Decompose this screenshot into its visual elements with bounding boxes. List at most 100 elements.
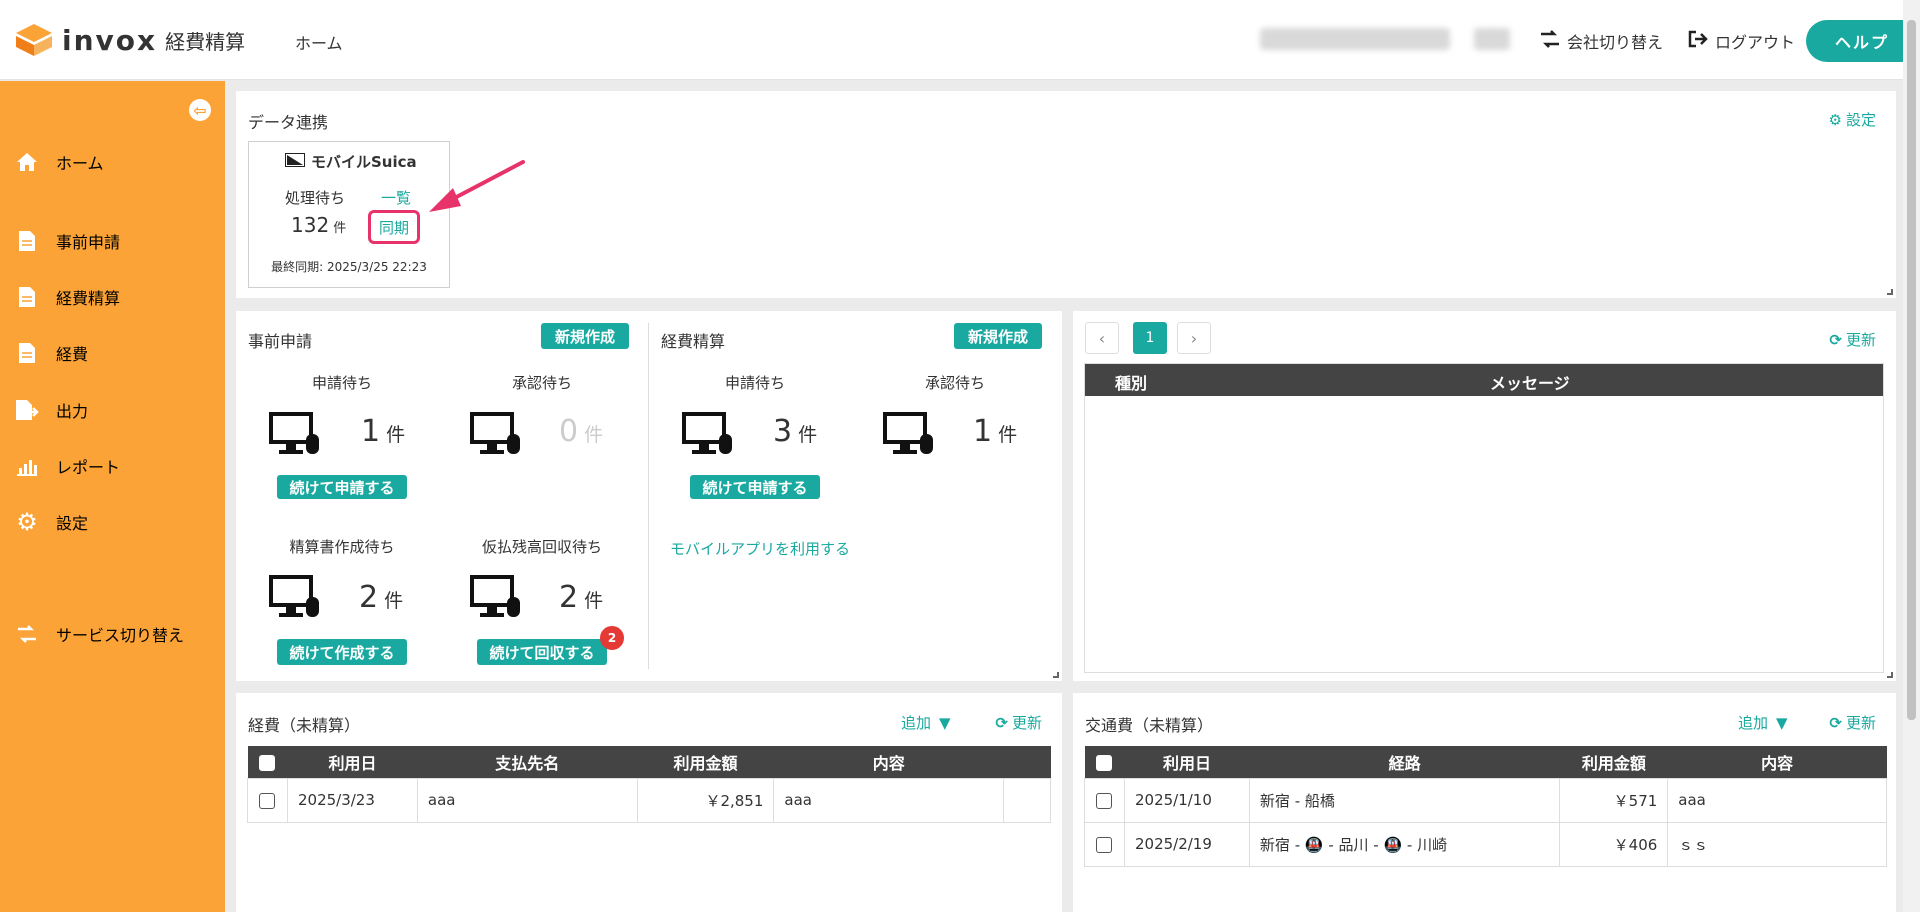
sidebar-item-label: 事前申請 bbox=[56, 233, 121, 252]
count-value: 2 bbox=[359, 580, 379, 615]
pre-application-new-button[interactable]: 新規作成 bbox=[541, 323, 629, 349]
column-header[interactable]: 内容 bbox=[773, 746, 1004, 778]
add-label: 追加 bbox=[1738, 714, 1769, 732]
help-button[interactable]: ヘルプ bbox=[1806, 20, 1918, 62]
sidebar-item-switch-service[interactable]: サービス切り替え bbox=[0, 614, 225, 654]
column-header[interactable]: 利用日 bbox=[1124, 746, 1250, 778]
switch-company-link[interactable]: 会社切り替え bbox=[1539, 29, 1663, 53]
messages-panel: ‹ 1 › ⟳ 更新 種別 メッセージ bbox=[1073, 311, 1896, 681]
scrollbar-thumb[interactable] bbox=[1907, 20, 1916, 720]
suica-sync-link[interactable]: 同期 bbox=[368, 210, 420, 244]
expenses-add-dropdown[interactable]: 追加 ▼ bbox=[901, 712, 951, 733]
top-home-link[interactable]: ホーム bbox=[295, 30, 343, 54]
column-header-extra bbox=[1003, 746, 1051, 778]
continue-apply-button[interactable]: 続けて申請する bbox=[277, 475, 407, 499]
messages-refresh-link[interactable]: ⟳ 更新 bbox=[1829, 329, 1876, 350]
row-checkbox[interactable] bbox=[259, 792, 276, 809]
sidebar-item-output[interactable]: 出力 bbox=[0, 390, 225, 430]
logout-link[interactable]: ログアウト bbox=[1687, 29, 1795, 53]
computer-icon bbox=[269, 412, 321, 456]
suica-pending-number: 132 bbox=[291, 213, 330, 237]
collapse-sidebar-icon[interactable]: ⇦ bbox=[189, 99, 211, 121]
messages-table: 種別 メッセージ bbox=[1084, 363, 1884, 673]
row-checkbox[interactable] bbox=[1096, 836, 1113, 853]
table-row[interactable]: 2025/1/10 新宿 - 船橋 ￥571 aaa bbox=[1084, 777, 1887, 823]
logo[interactable]: invox 経費精算 bbox=[14, 22, 245, 58]
select-all-checkbox[interactable] bbox=[1096, 754, 1113, 771]
extra-cell bbox=[1003, 777, 1051, 823]
top-bar: invox 経費精算 ホーム 会社切り替え ログアウト ヘルプ bbox=[0, 0, 1920, 80]
computer-icon bbox=[470, 575, 522, 619]
stat-label: 承認待ち bbox=[511, 374, 572, 392]
refresh-label: 更新 bbox=[1845, 714, 1876, 732]
table-row[interactable]: 2025/2/19 新宿 - 🚇 - 品川 - 🚇 - 川崎 ￥406 ｓｓ bbox=[1084, 821, 1887, 867]
amount-cell: ￥2,851 bbox=[636, 777, 775, 823]
mobile-suica-card: モバイルSuica 処理待ち 132 件 一覧 同期 最終同期: 2025/3/2… bbox=[248, 141, 450, 288]
count-unit: 件 bbox=[998, 424, 1018, 446]
transport-refresh-link[interactable]: ⟳ 更新 bbox=[1829, 712, 1876, 733]
computer-icon bbox=[682, 412, 734, 456]
table-header-row: 利用日 経路 利用金額 内容 bbox=[1084, 746, 1887, 778]
sidebar-item-label: レポート bbox=[56, 458, 121, 477]
transport-unsettled-title: 交通費（未精算） bbox=[1085, 716, 1214, 735]
page-1-button[interactable]: 1 bbox=[1133, 322, 1167, 354]
table-row[interactable]: 2025/3/23 aaa ￥2,851 aaa bbox=[247, 777, 1051, 823]
resize-handle-icon[interactable] bbox=[1887, 289, 1893, 295]
data-link-title: データ連携 bbox=[248, 113, 329, 132]
suica-header: モバイルSuica bbox=[285, 151, 417, 172]
expense-settlement-title: 経費精算 bbox=[661, 332, 726, 351]
select-all-header[interactable] bbox=[247, 746, 288, 778]
continue-create-button[interactable]: 続けて作成する bbox=[277, 639, 407, 665]
mobile-app-link[interactable]: モバイルアプリを利用する bbox=[670, 538, 850, 559]
column-header[interactable]: 内容 bbox=[1667, 746, 1887, 778]
continue-collect-button[interactable]: 続けて回収する bbox=[477, 639, 607, 665]
refresh-label: 更新 bbox=[1011, 714, 1042, 732]
gear-icon: ⚙ bbox=[16, 508, 38, 536]
content-cell: ｓｓ bbox=[1667, 821, 1887, 867]
sidebar-item-home[interactable]: ホーム bbox=[0, 142, 225, 182]
table-header-row: 利用日 支払先名 利用金額 内容 bbox=[247, 746, 1051, 778]
add-label: 追加 bbox=[901, 714, 932, 732]
column-header[interactable]: 利用金額 bbox=[637, 746, 774, 778]
refresh-icon: ⟳ bbox=[995, 713, 1008, 732]
refresh-label: 更新 bbox=[1845, 331, 1876, 349]
page-scrollbar[interactable] bbox=[1903, 0, 1920, 912]
sidebar-item-expenses[interactable]: 経費 bbox=[0, 333, 225, 373]
select-all-checkbox[interactable] bbox=[259, 754, 276, 771]
row-checkbox[interactable] bbox=[1096, 792, 1113, 809]
suica-list-link[interactable]: 一覧 bbox=[381, 187, 411, 208]
sidebar-item-expense-settlement[interactable]: 経費精算 bbox=[0, 277, 225, 317]
refresh-icon: ⟳ bbox=[1829, 330, 1842, 349]
refresh-icon: ⟳ bbox=[1829, 713, 1842, 732]
sidebar-item-label: ホーム bbox=[56, 154, 104, 173]
row-select-cell[interactable] bbox=[247, 777, 288, 823]
column-header[interactable]: 支払先名 bbox=[417, 746, 638, 778]
date-cell: 2025/2/19 bbox=[1123, 821, 1250, 867]
select-all-header[interactable] bbox=[1084, 746, 1125, 778]
column-header[interactable]: 経路 bbox=[1249, 746, 1560, 778]
next-page-icon[interactable]: › bbox=[1177, 322, 1211, 354]
stat-count: 2件 bbox=[559, 580, 603, 615]
content-cell: aaa bbox=[1667, 777, 1887, 823]
logo-subtitle: 経費精算 bbox=[165, 29, 246, 54]
continue-apply-button[interactable]: 続けて申請する bbox=[690, 475, 820, 499]
column-header[interactable]: 利用日 bbox=[287, 746, 418, 778]
switch-company-label: 会社切り替え bbox=[1567, 33, 1664, 52]
count-unit: 件 bbox=[798, 424, 818, 446]
column-header[interactable]: 利用金額 bbox=[1559, 746, 1668, 778]
row-select-cell[interactable] bbox=[1084, 777, 1125, 823]
stat-label: 仮払残高回収待ち bbox=[481, 538, 602, 556]
sidebar-item-pre-application[interactable]: 事前申請 bbox=[0, 221, 225, 261]
row-select-cell[interactable] bbox=[1084, 821, 1125, 867]
resize-handle-icon[interactable] bbox=[1887, 672, 1893, 678]
data-link-settings-link[interactable]: ⚙ 設定 bbox=[1829, 109, 1876, 130]
pre-application-title: 事前申請 bbox=[248, 332, 313, 351]
sidebar-item-settings[interactable]: ⚙ 設定 bbox=[0, 502, 225, 542]
document-icon bbox=[14, 340, 40, 366]
prev-page-icon[interactable]: ‹ bbox=[1085, 322, 1119, 354]
expenses-refresh-link[interactable]: ⟳ 更新 bbox=[995, 712, 1042, 733]
expense-settlement-new-button[interactable]: 新規作成 bbox=[954, 323, 1042, 349]
transport-add-dropdown[interactable]: 追加 ▼ bbox=[1738, 712, 1788, 733]
resize-handle-icon[interactable] bbox=[1053, 672, 1059, 678]
sidebar-item-report[interactable]: レポート bbox=[0, 446, 225, 486]
